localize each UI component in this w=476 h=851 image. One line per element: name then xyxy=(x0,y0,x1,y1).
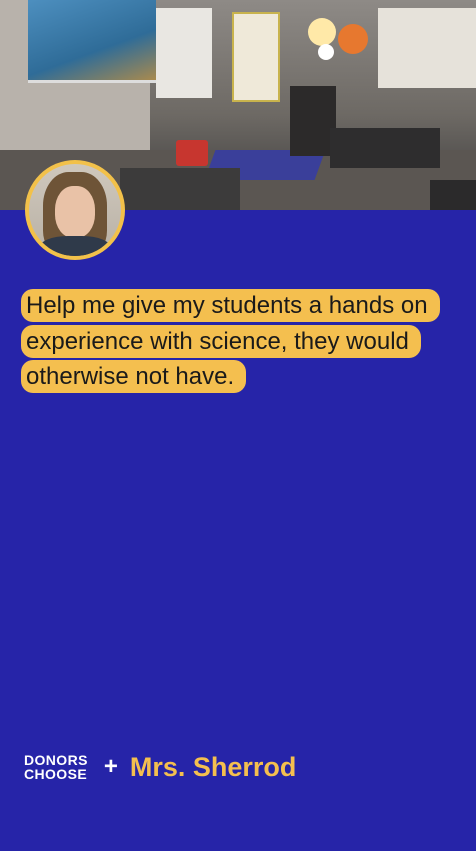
plus-sign: + xyxy=(103,753,118,780)
logo-line-2: CHOOSE xyxy=(24,766,88,782)
logo-line-1: DONORS xyxy=(24,751,88,768)
teacher-name: Mrs. Sherrod xyxy=(129,751,297,782)
donorschoose-logo: DONORS CHOOSE xyxy=(24,751,88,782)
project-quote: Help me give my students a hands on expe… xyxy=(21,288,451,395)
teacher-avatar xyxy=(25,160,125,260)
project-quote-text: Help me give my students a hands on expe… xyxy=(21,289,440,393)
footer-brand: DONORS CHOOSE + Mrs. Sherrod xyxy=(24,750,296,784)
